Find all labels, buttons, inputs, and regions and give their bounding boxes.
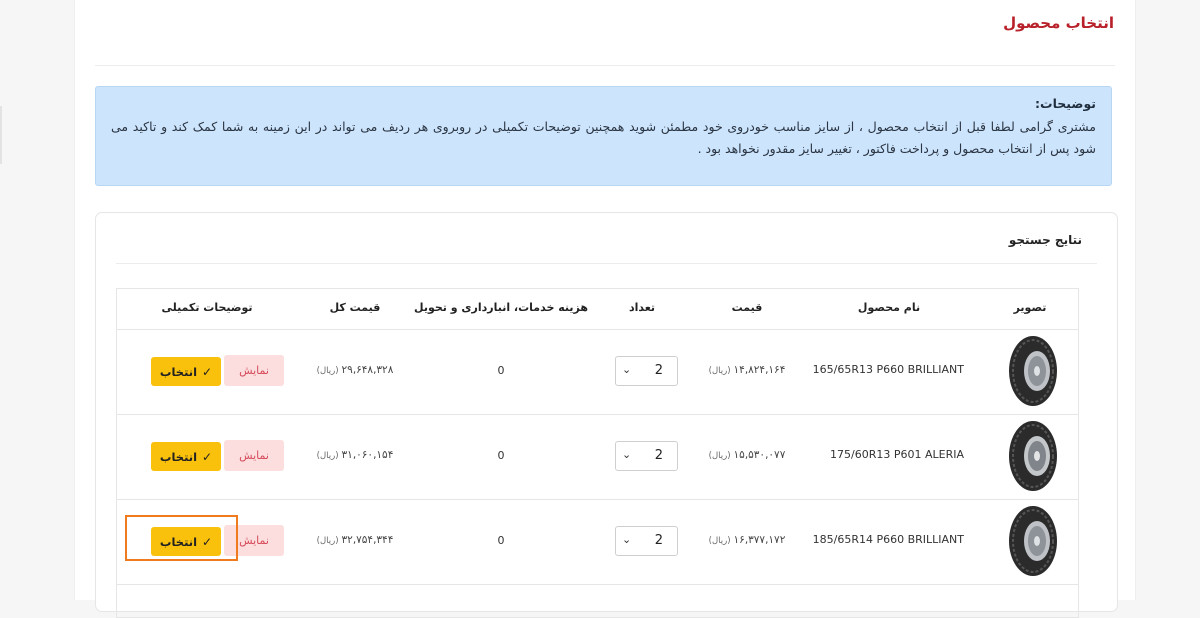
- service-cost: 0: [497, 449, 505, 462]
- service-cost: 0: [497, 534, 505, 547]
- quantity-value: 2: [654, 363, 663, 378]
- notice-box: توضیحات: مشتری گرامی لطفا قبل از انتخاب …: [95, 86, 1112, 186]
- show-button[interactable]: نمایش: [224, 440, 284, 471]
- quantity-select[interactable]: ⌄ 2: [615, 526, 678, 556]
- check-icon: ✓: [202, 534, 213, 549]
- page-title: انتخاب محصول: [1003, 14, 1114, 32]
- tire-image: [1009, 336, 1057, 406]
- tire-image: [1009, 506, 1057, 576]
- results-title: نتایج جستجو: [1008, 233, 1082, 247]
- divider: [116, 263, 1097, 264]
- show-button[interactable]: نمایش: [224, 355, 284, 386]
- unit-price: ۱۶,۳۷۷,۱۷۲(ریال): [708, 534, 786, 546]
- product-name: 175/60R13 P601 ALERIA: [830, 448, 964, 461]
- main-card: انتخاب محصول توضیحات: مشتری گرامی لطفا ق…: [74, 0, 1136, 618]
- check-icon: ✓: [202, 449, 213, 464]
- col-header-qty: تعداد: [628, 301, 656, 314]
- product-name: 185/65R14 P660 BRILLIANT: [812, 533, 964, 546]
- total-price: ۳۲,۷۵۴,۳۴۴(ریال): [316, 534, 394, 546]
- divider: [95, 65, 1115, 66]
- col-header-service: هزینه خدمات، انبارداری و تحویل: [414, 301, 588, 314]
- service-cost: 0: [497, 364, 505, 377]
- notice-title: توضیحات:: [1035, 96, 1096, 111]
- check-icon: ✓: [202, 364, 213, 379]
- quantity-select[interactable]: ⌄ 2: [615, 356, 678, 386]
- search-results-panel: نتایج جستجو تصویر نام محصول قیمت تعداد ه…: [95, 212, 1118, 618]
- product-name: 165/65R13 P660 BRILLIANT: [812, 363, 964, 376]
- table-row: 185/65R14 P660 BRILLIANT ۱۶,۳۷۷,۱۷۲(ریال…: [117, 499, 1078, 585]
- tire-image: [1009, 421, 1057, 491]
- col-header-price: قیمت: [731, 301, 763, 314]
- results-table: تصویر نام محصول قیمت تعداد هزینه خدمات، …: [116, 288, 1079, 618]
- chevron-down-icon: ⌄: [622, 448, 632, 461]
- notice-body: مشتری گرامی لطفا قبل از انتخاب محصول ، ا…: [111, 119, 1096, 156]
- select-button[interactable]: ✓ انتخاب: [151, 357, 221, 386]
- unit-price: ۱۵,۵۳۰,۰۷۷(ریال): [708, 449, 786, 461]
- show-button[interactable]: نمایش: [224, 525, 284, 556]
- col-header-image: تصویر: [1013, 301, 1047, 314]
- table-row: 175/60R13 P601 ALERIA ۱۵,۵۳۰,۰۷۷(ریال) ⌄…: [117, 414, 1078, 500]
- quantity-value: 2: [654, 533, 663, 548]
- table-header: تصویر نام محصول قیمت تعداد هزینه خدمات، …: [117, 289, 1078, 330]
- total-price: ۲۹,۶۴۸,۳۲۸(ریال): [316, 364, 394, 376]
- select-button[interactable]: ✓ انتخاب: [151, 442, 221, 471]
- select-button[interactable]: ✓ انتخاب: [151, 527, 221, 556]
- col-header-more: توضیحات تکمیلی: [161, 301, 253, 314]
- col-header-total: قیمت کل: [329, 301, 381, 314]
- total-price: ۳۱,۰۶۰,۱۵۴(ریال): [316, 449, 394, 461]
- quantity-value: 2: [654, 448, 663, 463]
- unit-price: ۱۴,۸۲۴,۱۶۴(ریال): [708, 364, 786, 376]
- quantity-select[interactable]: ⌄ 2: [615, 441, 678, 471]
- left-edge-strip: [0, 106, 2, 164]
- chevron-down-icon: ⌄: [622, 533, 632, 546]
- col-header-name: نام محصول: [857, 301, 921, 314]
- chevron-down-icon: ⌄: [622, 363, 632, 376]
- table-row: 165/65R13 P660 BRILLIANT ۱۴,۸۲۴,۱۶۴(ریال…: [117, 329, 1078, 415]
